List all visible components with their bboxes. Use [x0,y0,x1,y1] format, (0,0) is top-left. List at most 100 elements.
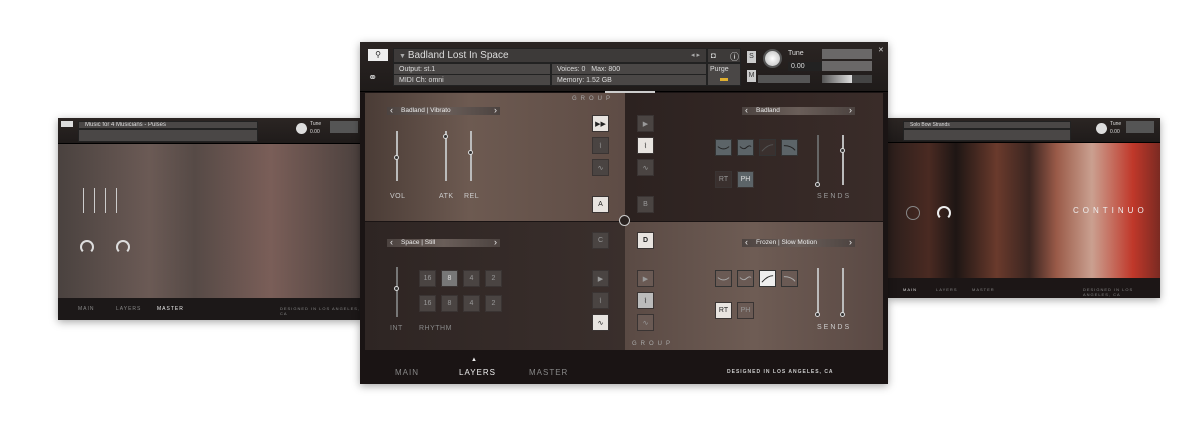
envelope-icon[interactable]: ⌇ [592,137,609,154]
layer-a-button[interactable]: A [592,196,609,213]
footer-credit: DESIGNED IN LOS ANGELES, CA [280,306,361,316]
slider-handle[interactable] [840,312,845,317]
envelope-icon[interactable]: ⌇ [637,292,654,309]
prev-next-arrows[interactable]: ◂ ▸ [691,49,700,62]
envelope-icon[interactable]: ⌇ [592,292,609,309]
rt-button[interactable]: RT [715,302,732,319]
rt-button[interactable]: RT [715,171,732,188]
play-mode-icon[interactable]: ▶ [592,270,609,287]
slider-handle[interactable] [443,134,448,139]
slider-handle[interactable] [394,286,399,291]
rhythm-button[interactable]: 4 [463,295,480,312]
ph-button[interactable]: PH [737,302,754,319]
tab-layers[interactable]: LAYERS [459,368,496,377]
rhythm-button[interactable]: 16 [419,295,436,312]
slider[interactable] [105,188,106,213]
slider-handle[interactable] [394,155,399,160]
send-slider[interactable] [840,135,845,185]
curve-button[interactable] [759,270,776,287]
layer-c-button[interactable]: C [592,232,609,249]
knob[interactable] [937,206,951,220]
wrench-icon[interactable] [61,121,73,127]
knob[interactable] [80,240,94,254]
ph-button[interactable]: PH [737,171,754,188]
volume-slider[interactable] [822,75,872,83]
purge-button[interactable]: Purge [707,63,741,86]
lfo-wave-icon[interactable]: ∿ [592,159,609,176]
tune-knob[interactable] [296,123,307,134]
knob[interactable] [906,206,920,220]
atk-slider[interactable] [443,131,448,181]
right-instrument-window: Solo Bow Strands Tune 0.00 CONTINUO MAIN… [888,118,1160,298]
lfo-wave-icon[interactable]: ∿ [637,159,654,176]
close-icon[interactable]: ✕ [878,46,884,54]
tune-value: 0.00 [1110,129,1120,135]
tab-master[interactable]: MASTER [529,368,568,377]
midi-channel-field[interactable]: MIDI Ch: omni [393,74,551,86]
preset-selector-c[interactable]: Space | Still [387,238,500,247]
play-mode-icon[interactable]: ▶ [637,115,654,132]
send-slider[interactable] [815,268,820,317]
slider-handle[interactable] [468,150,473,155]
mute-button[interactable]: M [747,70,756,82]
left-instrument-window: Music for 4 Musicians - Pulses Tune 0.00… [58,118,362,320]
curve-button[interactable] [781,270,798,287]
tune-knob[interactable] [1096,123,1107,134]
title-bar: ▼ Badland Lost In Space ◂ ▸ [393,48,707,63]
curve-button[interactable] [715,270,732,287]
lfo-wave-icon[interactable]: ∿ [592,314,609,331]
rhythm-button[interactable]: 16 [419,270,436,287]
wrench-icon[interactable]: ⚲ [368,49,388,61]
curve-button[interactable] [781,139,798,156]
slider-handle[interactable] [815,312,820,317]
curve-button[interactable] [737,139,754,156]
curve-button[interactable] [759,139,776,156]
layer-d-button[interactable]: D [637,232,654,249]
rhythm-button[interactable]: 8 [441,295,458,312]
play-mode-icon[interactable]: ▶▶ [592,115,609,132]
tab-main[interactable]: MAIN [395,368,419,377]
dropdown-icon[interactable]: ▼ [399,53,408,60]
envelope-icon[interactable]: ⌇ [637,137,654,154]
slider[interactable] [94,188,95,213]
preset-selector-a[interactable]: Badland | Vibrato [387,106,500,115]
info-rows [903,129,1071,141]
int-slider[interactable] [394,267,399,317]
info-icon[interactable]: ⓘ [730,50,739,62]
rhythm-button[interactable]: 4 [463,270,480,287]
level-meter [330,121,358,133]
layer-b-button[interactable]: B [637,196,654,213]
pan-slider[interactable] [758,75,810,83]
tab-layers[interactable]: LAYERS [116,306,141,312]
preset-selector-b[interactable]: Badland [742,106,855,115]
link-icon[interactable]: ⚭ [368,71,377,84]
rhythm-button[interactable]: 2 [485,270,502,287]
curve-button[interactable] [737,270,754,287]
tab-master[interactable]: MASTER [157,306,184,312]
send-slider[interactable] [815,135,820,187]
send-slider[interactable] [840,268,845,317]
camera-icon[interactable]: ◘ [711,51,716,60]
curve-button[interactable] [715,139,732,156]
instrument-title: Solo Bow Strands [903,121,1071,129]
lfo-wave-icon[interactable]: ∿ [637,314,654,331]
slider[interactable] [83,188,84,213]
tab-main[interactable]: MAIN [903,287,917,292]
rel-slider[interactable] [468,131,473,181]
rhythm-button[interactable]: 8 [441,270,458,287]
tab-master[interactable]: MASTER [972,287,995,292]
vol-slider[interactable] [394,131,399,181]
play-mode-icon[interactable]: ▶ [637,270,654,287]
slider[interactable] [116,188,117,213]
solo-button[interactable]: S [747,51,756,63]
preset-selector-d[interactable]: Frozen | Slow Motion [742,238,855,247]
tune-label: Tune [310,121,322,127]
rhythm-button[interactable]: 2 [485,295,502,312]
slider-handle[interactable] [815,182,820,187]
slider-handle[interactable] [840,148,845,153]
link-layers-icon[interactable] [619,215,630,226]
tab-main[interactable]: MAIN [78,306,95,312]
tab-layers[interactable]: LAYERS [936,287,958,292]
knob[interactable] [116,240,130,254]
tune-knob[interactable] [763,49,782,68]
